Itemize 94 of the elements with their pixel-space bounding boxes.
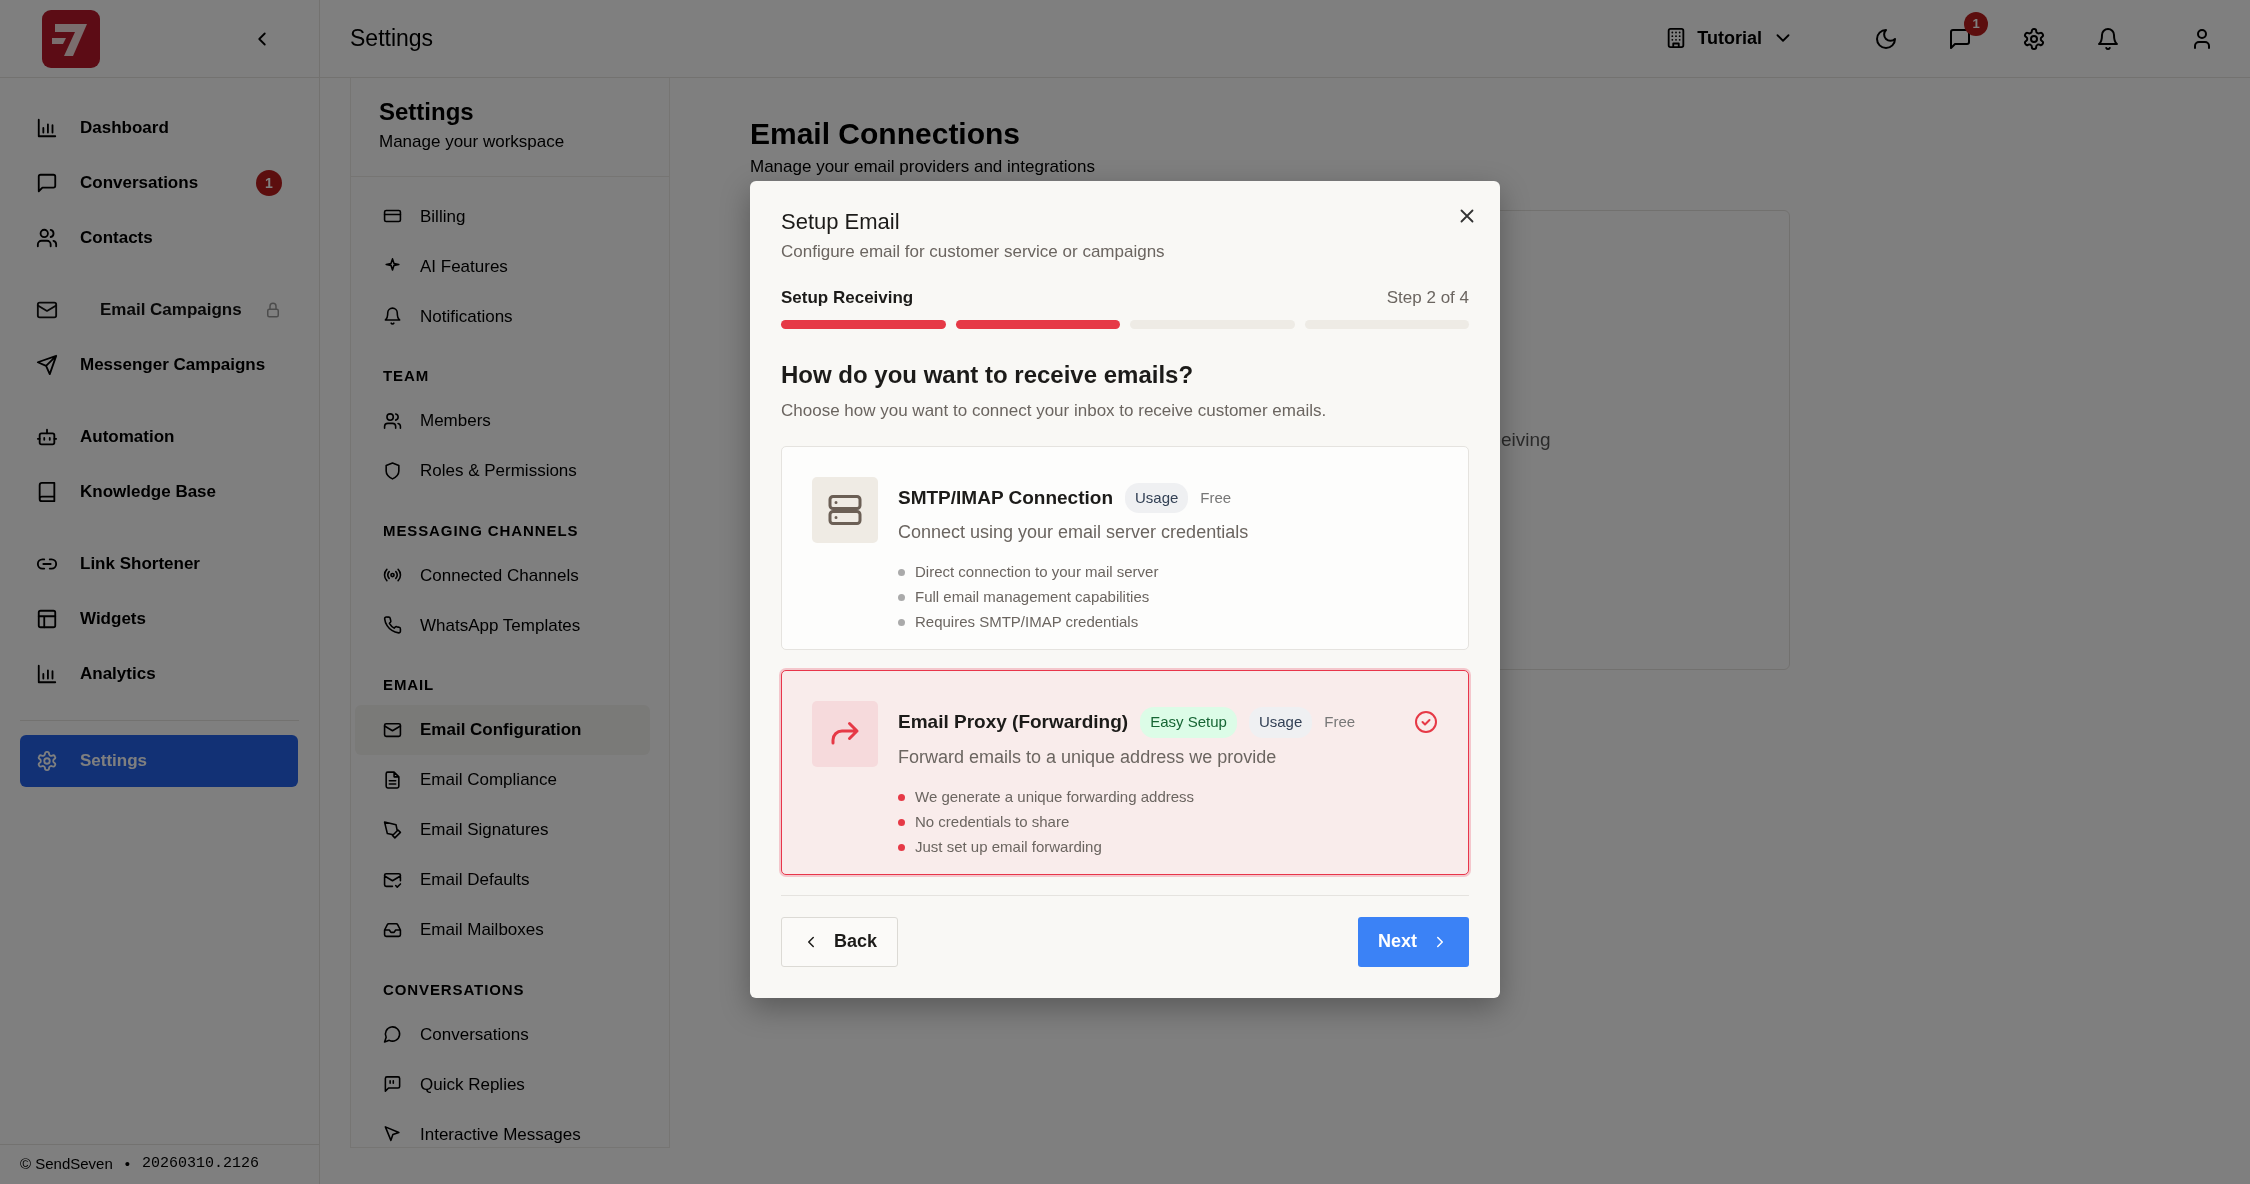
book-icon — [36, 481, 58, 503]
bullet-dot — [898, 793, 905, 801]
bullet-dot — [898, 818, 905, 826]
sidebar-item[interactable]: Automation — [20, 411, 298, 463]
sidebar-item[interactable]: Analytics — [20, 648, 298, 700]
feature-text: Just set up email forwarding — [915, 836, 1102, 857]
settings-nav-item[interactable]: Email Signatures — [355, 804, 650, 855]
step-label: Setup Receiving — [781, 286, 914, 309]
section-heading: EMAIL — [382, 675, 436, 696]
feature-text: Full email management capabilities — [915, 587, 1150, 608]
panel-subtitle: Manage your workspace — [379, 130, 566, 153]
bullet-dot — [898, 569, 905, 577]
copyright-text: © SendSeven — [20, 1154, 113, 1175]
tag: Easy Setup — [1140, 707, 1237, 738]
shield-icon — [383, 459, 402, 482]
step-counter: Step 2 of 4 — [1386, 286, 1469, 309]
section-heading: CONVERSATIONS — [382, 979, 526, 1000]
sidebar-item[interactable]: Contacts — [20, 212, 298, 264]
settings-nav-item[interactable]: Conversations — [355, 1009, 650, 1060]
settings-nav-item[interactable]: Email Configuration — [355, 704, 650, 755]
question-description: Choose how you want to connect your inbox to receive customer emails. — [781, 400, 1328, 423]
document-icon — [383, 768, 402, 791]
back-button[interactable]: Back — [781, 916, 899, 967]
sidebar-item[interactable]: Dashboard — [20, 102, 298, 154]
question-heading: How do you want to receive emails? — [781, 361, 1195, 391]
bullet-dot — [898, 594, 905, 602]
settings-nav-item[interactable]: WhatsApp Templates — [355, 600, 650, 651]
panel-title: Settings — [379, 98, 475, 127]
section-subtitle: Manage your email providers and integrations — [750, 156, 1096, 178]
pen-icon — [383, 818, 402, 841]
option-title: Email Proxy (Forwarding) — [898, 710, 1129, 735]
page-title: Settings — [350, 24, 434, 53]
settings-nav-item[interactable]: Connected Channels — [355, 550, 650, 601]
moon-icon — [1874, 26, 1898, 51]
settings-nav-item[interactable]: Roles & Permissions — [355, 445, 650, 496]
dialog-subtitle: Configure email for customer service or campaigns — [781, 241, 1166, 264]
bar-chart-icon — [36, 663, 58, 685]
chat-icon — [1948, 26, 1972, 51]
sidebar-item[interactable]: Conversations 1 — [20, 157, 298, 209]
count-badge: 1 — [256, 170, 282, 196]
settings-nav-item[interactable]: Interactive Messages — [355, 1109, 650, 1147]
settings-nav-item[interactable]: Notifications — [355, 291, 650, 342]
price-text: Free — [1324, 712, 1356, 733]
option-card[interactable]: SMTP/IMAP Connection Usage Free Connect using your email server credentials Direct connection to your mail server Full email management capabilities Requires SMTP/IMAP credentials — [781, 445, 1469, 651]
sidebar-item[interactable]: Email Campaigns — [20, 284, 298, 336]
dialog-title: Setup Email — [781, 209, 901, 236]
option-card[interactable]: Email Proxy (Forwarding) Easy Setup Usage Free Forward emails to a unique address we provide We generate a unique forwarding address No credentials to share Just set up email forwarding — [781, 670, 1469, 875]
users-icon — [36, 227, 58, 249]
workspace-selector[interactable]: Tutorial — [1659, 24, 1800, 53]
sidebar-item[interactable]: Knowledge Base — [20, 466, 298, 518]
bell-icon — [2096, 26, 2120, 51]
logo — [42, 9, 100, 68]
settings-nav-item[interactable]: Members — [355, 395, 650, 446]
option-description: Forward emails to a unique address we provide — [898, 745, 1278, 769]
chat-bubble-icon — [383, 1023, 402, 1046]
tag: Usage — [1248, 707, 1313, 738]
card-text: eiving — [1501, 427, 1551, 452]
chat-icon — [36, 172, 58, 194]
feature-text: We generate a unique forwarding address — [915, 786, 1195, 807]
section-heading: TEAM — [382, 366, 431, 387]
option-title: SMTP/IMAP Connection — [898, 485, 1113, 510]
envelope-icon — [36, 299, 58, 321]
sidebar-item[interactable]: Widgets — [20, 593, 298, 645]
section-heading: MESSAGING CHANNELS — [382, 520, 580, 541]
settings-nav-item[interactable]: Email Compliance — [355, 754, 650, 805]
tag: Usage — [1125, 482, 1189, 514]
bullet-dot — [898, 843, 905, 851]
settings-nav-item[interactable]: Email Mailboxes — [355, 904, 650, 955]
bullet-dot — [898, 619, 905, 627]
gear-icon — [36, 750, 58, 772]
price-text: Free — [1200, 487, 1232, 508]
section-title: Email Connections — [750, 116, 1022, 152]
separator-dot: • — [124, 1154, 131, 1175]
settings-nav-item[interactable]: AI Features — [355, 241, 650, 292]
count-badge: 1 — [1964, 12, 1988, 37]
layout-icon — [36, 608, 58, 630]
next-button[interactable]: Next — [1358, 916, 1469, 967]
feature-text: No credentials to share — [915, 811, 1070, 832]
paper-plane-icon — [36, 354, 58, 376]
settings-nav-item[interactable]: Billing — [355, 191, 650, 242]
sidebar-item[interactable]: Settings — [20, 735, 298, 787]
bar-chart-icon — [36, 117, 58, 139]
version-text: 20260310.2126 — [142, 1154, 260, 1175]
feature-text: Requires SMTP/IMAP credentials — [915, 612, 1139, 633]
sidebar-item[interactable]: Link Shortener — [20, 538, 298, 590]
bell-icon — [383, 305, 402, 328]
phone-icon — [383, 614, 402, 637]
settings-icon — [2022, 26, 2046, 51]
robot-icon — [36, 426, 58, 448]
option-description: Connect using your email server credentials — [898, 521, 1250, 545]
sidebar-item[interactable]: Messenger Campaigns — [20, 339, 298, 391]
settings-nav-item[interactable]: Quick Replies — [355, 1059, 650, 1110]
settings-nav-item[interactable]: Email Defaults — [355, 854, 650, 905]
feature-text: Direct connection to your mail server — [915, 562, 1159, 583]
